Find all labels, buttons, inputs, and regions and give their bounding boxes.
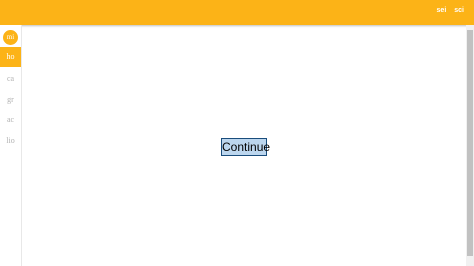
sidebar-item-ca[interactable]: ca — [0, 69, 21, 89]
top-action-sei[interactable]: sei — [437, 7, 447, 14]
sidebar: mi ho ca gr ac lio — [0, 25, 22, 266]
avatar[interactable]: mi — [3, 30, 18, 45]
top-action-sci[interactable]: sci — [454, 7, 464, 14]
continue-button[interactable]: Continue — [221, 138, 270, 156]
sidebar-item-ac[interactable]: ac — [0, 110, 21, 130]
top-actions: sei sci — [437, 7, 464, 14]
top-app-bar: sei sci — [0, 0, 474, 25]
scrollbar-thumb[interactable] — [467, 30, 473, 256]
sidebar-item-lio[interactable]: lio — [0, 131, 21, 151]
sidebar-item-gr[interactable]: gr — [0, 90, 21, 110]
sidebar-item-ho[interactable]: ho — [0, 47, 21, 67]
